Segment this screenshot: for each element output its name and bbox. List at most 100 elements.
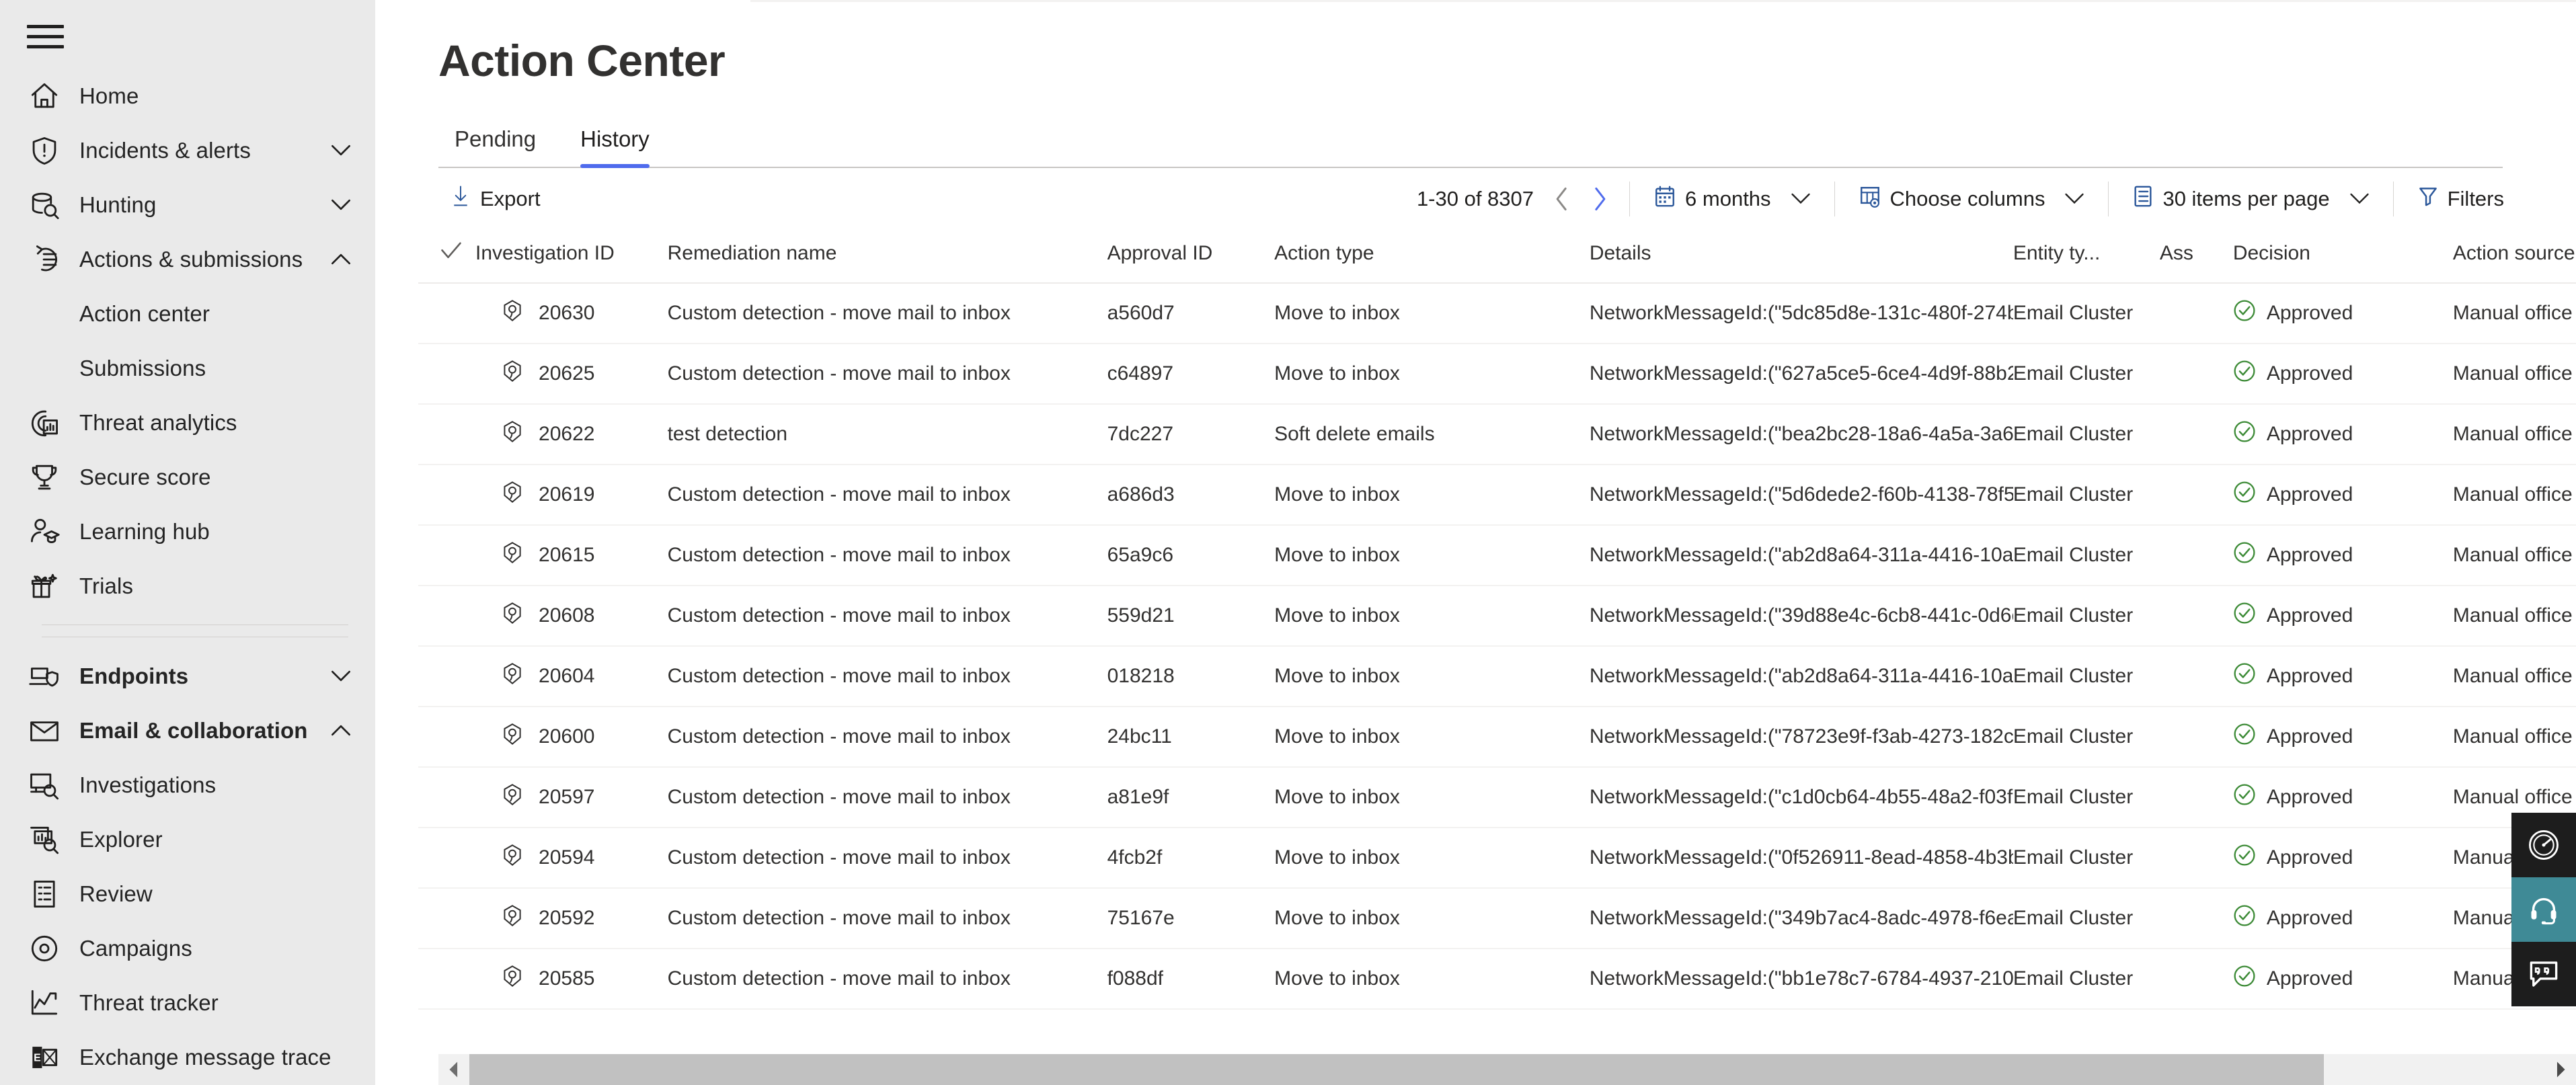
column-header-action-type[interactable]: Action type bbox=[1274, 230, 1590, 284]
table-row[interactable]: 20619 Custom detection - move mail to in… bbox=[418, 465, 2576, 526]
column-header-details[interactable]: Details bbox=[1589, 230, 2013, 284]
row-checkbox[interactable] bbox=[418, 283, 476, 344]
feedback-quote-icon[interactable] bbox=[2511, 942, 2576, 1006]
sidebar-item-submissions[interactable]: Submissions bbox=[0, 341, 375, 395]
cell-action-type: Move to inbox bbox=[1274, 586, 1590, 647]
cell-approval-id: c64897 bbox=[1107, 344, 1275, 405]
horizontal-scroll-thumb[interactable] bbox=[469, 1054, 2324, 1085]
items-per-page-dropdown[interactable]: 30 items per page bbox=[2121, 179, 2380, 218]
date-range-dropdown[interactable]: 6 months bbox=[1642, 179, 1822, 218]
export-button[interactable]: Export bbox=[438, 179, 553, 218]
table-row[interactable]: 20592 Custom detection - move mail to in… bbox=[418, 888, 2576, 949]
table-row[interactable]: 20630 Custom detection - move mail to in… bbox=[418, 283, 2576, 344]
sidebar-item-threat-analytics[interactable]: Threat analytics bbox=[0, 395, 375, 450]
column-header-assigned-to[interactable]: Ass bbox=[2159, 230, 2233, 284]
sidebar-item-label: Action center bbox=[79, 300, 210, 326]
chevron-down-icon[interactable] bbox=[331, 670, 351, 682]
choose-columns-label: Choose columns bbox=[1889, 187, 2045, 210]
sidebar-item-investigations[interactable]: Investigations bbox=[0, 758, 375, 812]
tab-history[interactable]: History bbox=[564, 126, 666, 168]
investigation-id-value: 20604 bbox=[539, 665, 595, 687]
choose-columns-dropdown[interactable]: Choose columns bbox=[1847, 179, 2097, 218]
column-header-decision[interactable]: Decision bbox=[2232, 230, 2453, 284]
cell-remediation-name: Custom detection - move mail to inbox bbox=[667, 767, 1107, 828]
tab-pending[interactable]: Pending bbox=[438, 126, 552, 167]
sidebar-item-label: Hunting bbox=[79, 192, 157, 217]
row-checkbox[interactable] bbox=[418, 767, 476, 828]
chevron-down-icon[interactable] bbox=[331, 198, 351, 211]
row-checkbox[interactable] bbox=[418, 525, 476, 586]
chevron-up-icon[interactable] bbox=[331, 724, 351, 737]
cell-action-type: Move to inbox bbox=[1274, 888, 1590, 949]
gift-icon bbox=[27, 569, 62, 604]
cell-investigation-id: 20585 bbox=[475, 949, 668, 1010]
column-header-entity-type[interactable]: Entity ty... bbox=[2013, 230, 2160, 284]
sidebar-item-actions-submissions[interactable]: Actions & submissions bbox=[0, 232, 375, 286]
table-row[interactable]: 20608 Custom detection - move mail to in… bbox=[418, 586, 2576, 647]
table-row[interactable]: 20622 test detection 7dc227 Soft delete em… bbox=[418, 404, 2576, 465]
investigation-id-value: 20594 bbox=[539, 846, 595, 869]
sidebar-item-incidents-alerts[interactable]: Incidents & alerts bbox=[0, 123, 375, 177]
explorer-icon bbox=[27, 822, 62, 857]
sidebar-item-learning-hub[interactable]: Learning hub bbox=[0, 504, 375, 559]
triangle-right-icon[interactable] bbox=[2545, 1054, 2576, 1085]
table-row[interactable]: 20597 Custom detection - move mail to in… bbox=[418, 767, 2576, 828]
gauge-icon[interactable] bbox=[2511, 813, 2576, 877]
filters-button[interactable]: Filters bbox=[2406, 180, 2516, 218]
table-row[interactable]: 20615 Custom detection - move mail to in… bbox=[418, 525, 2576, 586]
sidebar-item-campaigns[interactable]: Campaigns bbox=[0, 921, 375, 975]
headset-support-icon[interactable] bbox=[2511, 877, 2576, 942]
row-checkbox[interactable] bbox=[418, 344, 476, 405]
table-row[interactable]: 20585 Custom detection - move mail to in… bbox=[418, 949, 2576, 1010]
sidebar-item-secure-score[interactable]: Secure score bbox=[0, 450, 375, 504]
select-all-header[interactable] bbox=[418, 230, 476, 284]
row-checkbox[interactable] bbox=[418, 707, 476, 768]
sidebar-item-action-center[interactable]: Action center bbox=[0, 286, 375, 341]
next-page-button[interactable] bbox=[1582, 180, 1617, 218]
sidebar-item-review[interactable]: Review bbox=[0, 867, 375, 921]
column-header-investigation-id[interactable]: Investigation ID bbox=[475, 230, 668, 284]
row-checkbox[interactable] bbox=[418, 828, 476, 889]
row-checkbox[interactable] bbox=[418, 404, 476, 465]
sidebar-item-explorer[interactable]: Explorer bbox=[0, 812, 375, 867]
investigation-id-value: 20622 bbox=[539, 423, 595, 445]
investigation-icon bbox=[501, 723, 524, 751]
column-header-approval-id[interactable]: Approval ID bbox=[1107, 230, 1275, 284]
investigation-id-value: 20615 bbox=[539, 544, 595, 566]
horizontal-scrollbar[interactable] bbox=[438, 1054, 2576, 1085]
triangle-left-icon[interactable] bbox=[438, 1054, 469, 1085]
sidebar-item-threat-tracker[interactable]: Threat tracker bbox=[0, 975, 375, 1030]
cell-action-source: Manual office action bbox=[2452, 646, 2576, 707]
investigation-id-value: 20619 bbox=[539, 483, 595, 506]
sidebar-item-exchange-message-trace[interactable]: E Exchange message trace bbox=[0, 1030, 375, 1084]
prev-page-button[interactable] bbox=[1545, 180, 1579, 218]
column-header-action-source[interactable]: Action source bbox=[2452, 230, 2576, 284]
sidebar-item-label: Investigations bbox=[79, 772, 217, 797]
toolbar-divider bbox=[1629, 182, 1631, 216]
trophy-icon bbox=[27, 460, 62, 495]
decision-value: Approved bbox=[2266, 846, 2353, 869]
cell-entity-type: Email Cluster bbox=[2013, 767, 2160, 828]
hamburger-icon[interactable] bbox=[27, 22, 67, 51]
chevron-up-icon[interactable] bbox=[331, 253, 351, 266]
table-row[interactable]: 20600 Custom detection - move mail to in… bbox=[418, 707, 2576, 768]
row-checkbox[interactable] bbox=[418, 888, 476, 949]
row-checkbox[interactable] bbox=[418, 646, 476, 707]
table-row[interactable]: 20604 Custom detection - move mail to in… bbox=[418, 646, 2576, 707]
cell-assigned-to bbox=[2159, 888, 2233, 949]
row-checkbox[interactable] bbox=[418, 586, 476, 647]
sidebar-item-hunting[interactable]: Hunting bbox=[0, 177, 375, 232]
table-row[interactable]: 20594 Custom detection - move mail to in… bbox=[418, 828, 2576, 889]
column-header-remediation-name[interactable]: Remediation name bbox=[667, 230, 1107, 284]
cell-assigned-to bbox=[2159, 465, 2233, 526]
row-checkbox[interactable] bbox=[418, 949, 476, 1010]
sidebar-item-email-collaboration[interactable]: Email & collaboration bbox=[0, 703, 375, 758]
row-checkbox[interactable] bbox=[418, 465, 476, 526]
sidebar-item-trials[interactable]: Trials bbox=[0, 559, 375, 613]
cell-action-source: Manual office action bbox=[2452, 586, 2576, 647]
chevron-down-icon[interactable] bbox=[331, 144, 351, 157]
horizontal-scroll-track[interactable] bbox=[469, 1054, 2545, 1085]
sidebar-item-endpoints[interactable]: Endpoints bbox=[0, 649, 375, 703]
sidebar-item-home[interactable]: Home bbox=[0, 69, 375, 123]
table-row[interactable]: 20625 Custom detection - move mail to in… bbox=[418, 344, 2576, 405]
